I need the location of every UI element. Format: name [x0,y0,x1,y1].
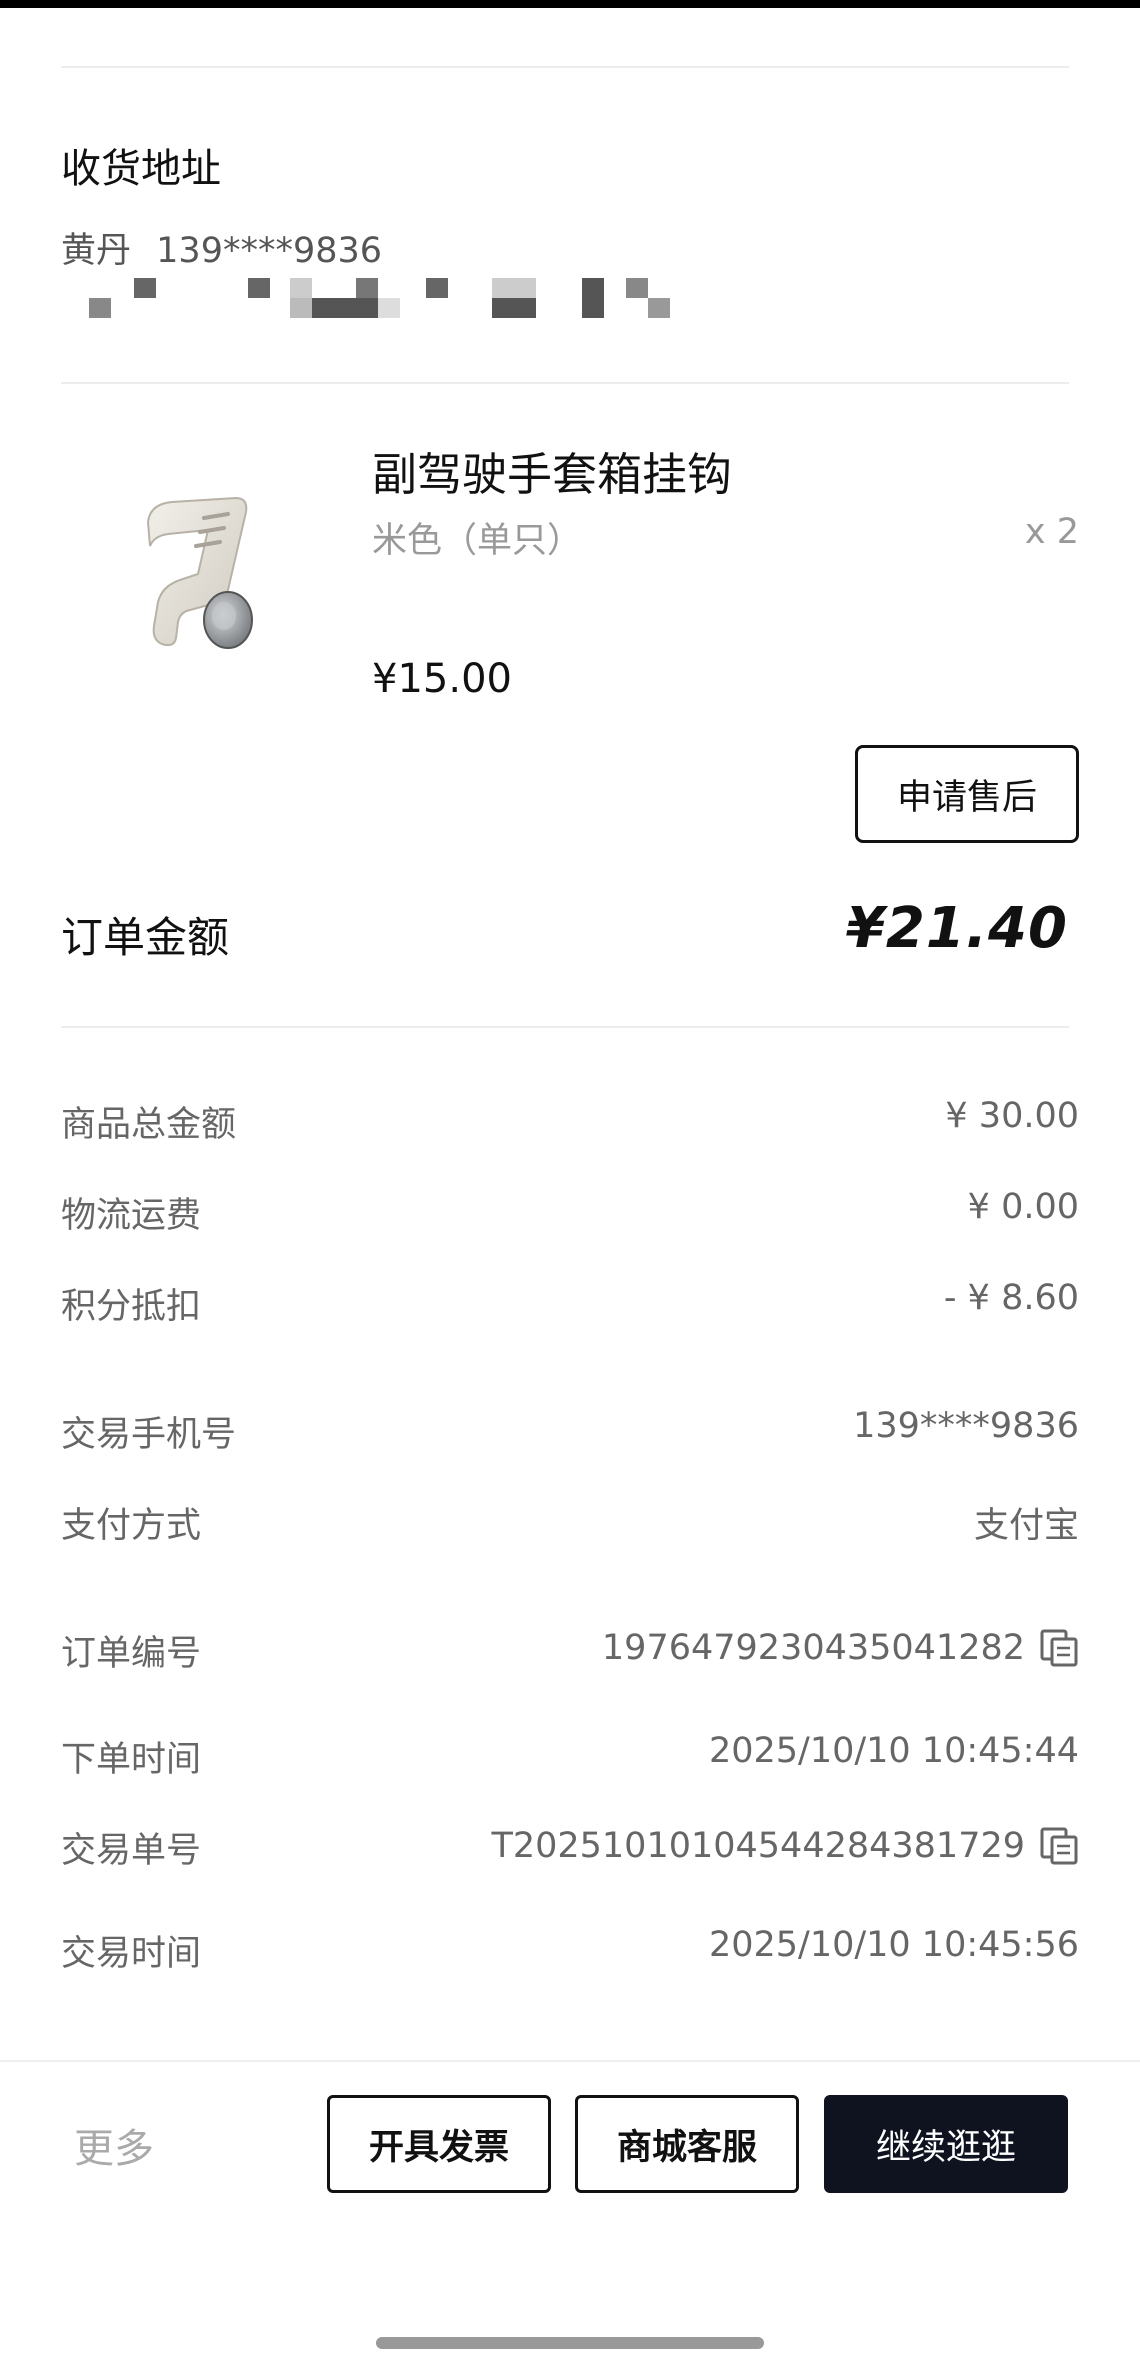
transaction-number-row: T2025101010454428438172​9 [491,1826,1079,1866]
order-number-value: 1976479230435041282 [601,1628,1025,1668]
transaction-number-value: T2025101010454428438172​9 [491,1826,1025,1866]
order-number-row: 1976479230435041282 [602,1628,1079,1668]
copy-icon[interactable] [1039,1628,1079,1668]
address-detail-redacted [82,276,802,322]
customer-service-button[interactable]: 商城客服 [575,2095,799,2193]
status-bar-edge [0,0,1140,8]
product-price: ¥15.00 [372,656,512,702]
product-quantity: x 2 [1024,512,1079,552]
payment-value-method: 支付宝 [973,1506,1079,1546]
transaction-time-value: 2025/10/10 10:45:56 [708,1925,1079,1965]
total-divider [61,1026,1069,1028]
order-time-value: 2025/10/10 10:45:44 [708,1731,1079,1771]
address-title: 收货地址 [61,146,221,192]
recipient-phone: 139****9836 [156,231,383,271]
recipient-name: 黄丹 [61,231,132,271]
transaction-time-label: 交易时间 [61,1934,202,1974]
order-number-label: 订单编号 [61,1634,202,1674]
address-recipient: 黄丹 139****9836 [61,222,382,273]
top-divider [61,66,1069,68]
more-button[interactable]: 更多 [74,2116,154,2174]
order-total-value: ¥21.40 [845,896,1068,961]
home-indicator[interactable] [376,2337,764,2349]
fee-value-subtotal: ¥ 30.00 [945,1096,1079,1136]
product-title[interactable]: 副驾驶手套箱挂钩 [372,438,732,503]
continue-shopping-button[interactable]: 继续逛逛 [824,2095,1068,2193]
payment-label-phone: 交易手机号 [61,1415,237,1455]
fee-label-points: 积分抵扣 [61,1287,202,1327]
payment-label-method: 支付方式 [61,1506,202,1546]
after-sale-button[interactable]: 申请售后 [855,745,1079,843]
bottom-bar-separator [0,2060,1140,2062]
payment-value-phone: 139****9836 [853,1406,1079,1446]
transaction-number-label: 交易单号 [61,1831,202,1871]
order-total-label: 订单金额 [61,913,230,962]
invoice-button[interactable]: 开具发票 [327,2095,551,2193]
fee-label-shipping: 物流运费 [61,1196,202,1236]
product-spec: 米色（单只） [372,521,583,561]
fee-value-shipping: ¥ 0.00 [967,1187,1079,1227]
order-time-label: 下单时间 [61,1740,202,1780]
fee-label-subtotal: 商品总金额 [61,1105,237,1145]
address-divider [61,382,1069,384]
fee-value-points: - ¥ 8.60 [943,1278,1079,1318]
product-image[interactable] [128,470,282,660]
copy-icon[interactable] [1039,1826,1079,1866]
